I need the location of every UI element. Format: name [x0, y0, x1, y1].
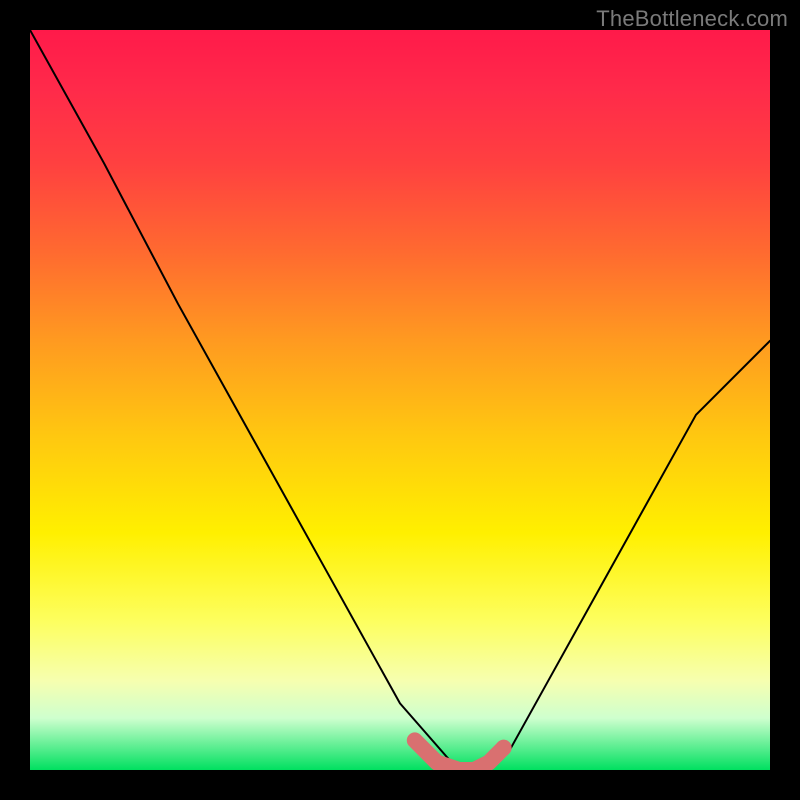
trough-marker-dot — [496, 740, 512, 756]
chart-frame: TheBottleneck.com — [0, 0, 800, 800]
watermark-text: TheBottleneck.com — [596, 6, 788, 32]
plot-area — [30, 30, 770, 770]
bottleneck-curve — [30, 30, 770, 770]
trough-marker — [415, 740, 504, 770]
chart-svg — [30, 30, 770, 770]
